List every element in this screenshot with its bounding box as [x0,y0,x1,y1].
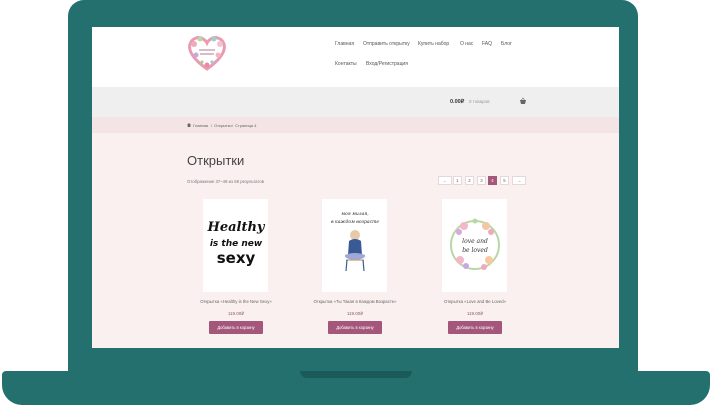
product-art-text: моя милая, [341,212,369,217]
product-art-text: is the new [210,239,263,249]
pagination-page[interactable]: 3 [477,176,486,185]
nav-buy-set[interactable]: Купить набор [418,41,449,47]
product-image[interactable]: Healthy is the new sexy [203,199,268,292]
add-to-cart-button[interactable]: Добавить в корзину [209,321,263,334]
product-price: 119.00₽ [346,311,364,316]
nav-faq[interactable]: FAQ [482,41,492,47]
breadcrumb: Главная / Открытки / Страница 4 [92,117,619,133]
pagination-current[interactable]: 4 [488,176,497,185]
add-to-cart-button[interactable]: Добавить в корзину [448,321,502,334]
breadcrumb-category[interactable]: Открытки [214,123,232,128]
result-count: Отображение 37–48 из 68 результатов [187,179,265,184]
site-header: Главная Отправить открытку Купить набор … [92,27,619,87]
product-price: 119.00₽ [227,311,245,316]
nav-about[interactable]: О нас [460,41,473,47]
product-name[interactable]: Открытка «Love and Be Loved» [415,299,535,304]
basket-icon[interactable] [519,97,527,105]
product-art-text: в каждом возрасте [331,219,379,225]
nav-send-card[interactable]: Отправить открытку [363,41,410,47]
pagination-page[interactable]: 1 [453,176,462,185]
product-image[interactable]: моя милая, в каждом возрасте [322,199,387,292]
pagination-page[interactable]: 5 [500,176,509,185]
pagination-page[interactable]: 2 [465,176,474,185]
laptop-notch [300,371,412,378]
breadcrumb-separator: / [232,123,234,128]
add-to-cart-button[interactable]: Добавить в корзину [328,321,382,334]
home-icon [187,123,191,127]
nav-login[interactable]: Вход/Регистрация [366,61,408,67]
product-art-text: love and [462,238,488,245]
cart-bar: 0.00₽ 0 товаров [92,87,619,117]
pagination-prev[interactable]: ← [438,176,452,185]
laptop-screen: Главная Отправить открытку Купить набор … [92,27,619,348]
product-name[interactable]: Открытка «Healthy is the New Sexy» [176,299,296,304]
breadcrumb-current: Страница 4 [235,123,257,128]
pagination-next[interactable]: → [512,176,526,185]
breadcrumb-separator: / [211,123,213,128]
cart-count[interactable]: 0 товаров [469,99,490,104]
product-art-text: sexy [217,249,256,267]
cart-total[interactable]: 0.00₽ [450,99,464,105]
product-image[interactable]: love and be loved [442,199,507,292]
nav-home[interactable]: Главная [335,41,354,47]
product-name[interactable]: Открытка «Ты Такая в Каждом Возрасте» [295,299,415,304]
product-art-text: be loved [462,247,488,254]
nav-contacts[interactable]: Контакты [335,61,357,67]
heart-logo-icon[interactable] [187,35,227,71]
page-title: Открытки [187,153,245,168]
product-art-text: Healthy [207,220,266,235]
breadcrumb-home[interactable]: Главная [193,123,208,128]
nav-blog[interactable]: Блог [501,41,512,47]
product-price: 119.00₽ [466,311,484,316]
